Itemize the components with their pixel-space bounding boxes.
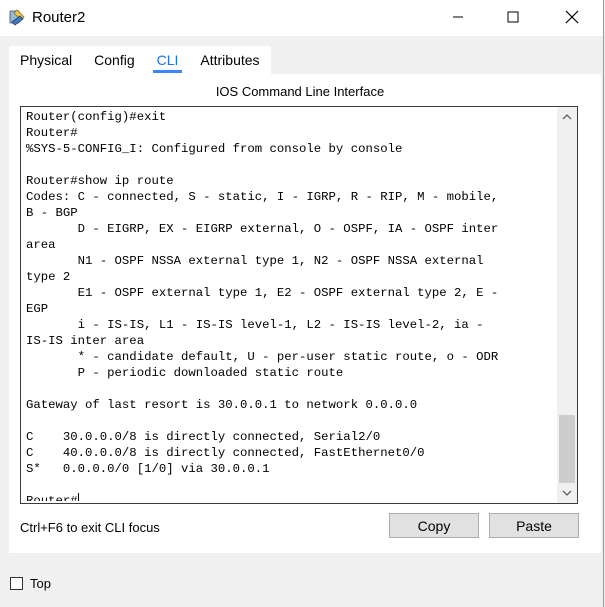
- scroll-down-button[interactable]: [557, 483, 577, 503]
- scroll-thumb[interactable]: [559, 415, 575, 483]
- tab-attributes[interactable]: Attributes: [189, 46, 271, 74]
- top-checkbox-label: Top: [30, 576, 51, 591]
- router-window: Router2 Physical Config CLI Attributes I…: [0, 0, 604, 607]
- terminal-line: C 30.0.0.0/8 is directly connected, Seri…: [26, 430, 381, 444]
- chevron-down-icon: [562, 490, 572, 496]
- terminal-line: Router#: [26, 126, 78, 140]
- terminal-scrollbar[interactable]: [557, 107, 577, 503]
- maximize-icon: [507, 11, 519, 23]
- close-icon: [565, 10, 579, 24]
- terminal-line: IS-IS inter area: [26, 334, 145, 348]
- window-title: Router2: [32, 9, 86, 26]
- terminal-line: E1 - OSPF external type 1, E2 - OSPF ext…: [26, 286, 499, 300]
- terminal-line: D - EIGRP, EX - EIGRP external, O - OSPF…: [26, 222, 499, 236]
- cli-panel: IOS Command Line Interface Router(config…: [9, 74, 601, 553]
- terminal-output[interactable]: Router(config)#exit Router# %SYS-5-CONFI…: [26, 109, 554, 501]
- top-checkbox-row[interactable]: Top: [10, 576, 51, 591]
- tab-cli[interactable]: CLI: [145, 46, 190, 74]
- terminal-line: Router#show ip route: [26, 174, 174, 188]
- terminal-line: B - BGP: [26, 206, 78, 220]
- terminal-line: EGP: [26, 302, 49, 316]
- terminal-line: P - periodic downloaded static route: [26, 366, 344, 380]
- device-content: Physical Config CLI Attributes IOS Comma…: [9, 46, 601, 553]
- terminal-prompt: Router#: [26, 494, 78, 501]
- terminal-line: %SYS-5-CONFIG_I: Configured from console…: [26, 142, 403, 156]
- top-checkbox[interactable]: [10, 577, 23, 590]
- title-bar[interactable]: Router2: [0, 0, 603, 36]
- tab-physical[interactable]: Physical: [9, 46, 84, 74]
- terminal-line: type 2: [26, 270, 71, 284]
- packet-tracer-icon: [8, 8, 28, 28]
- scroll-up-button[interactable]: [557, 107, 577, 127]
- maximize-button[interactable]: [490, 0, 536, 34]
- chevron-up-icon: [562, 114, 572, 120]
- panel-heading: IOS Command Line Interface: [215, 84, 385, 99]
- terminal-line: * - candidate default, U - per-user stat…: [26, 350, 499, 364]
- minimize-button[interactable]: [435, 0, 481, 34]
- terminal-line: N1 - OSPF NSSA external type 1, N2 - OSP…: [26, 254, 484, 268]
- terminal-line: area: [26, 238, 56, 252]
- terminal-line: Gateway of last resort is 30.0.0.1 to ne…: [26, 398, 418, 412]
- paste-button[interactable]: Paste: [489, 513, 579, 538]
- terminal-line: S* 0.0.0.0/0 [1/0] via 30.0.0.1: [26, 462, 270, 476]
- tab-config[interactable]: Config: [83, 46, 146, 74]
- minimize-icon: [453, 16, 463, 18]
- terminal-line: i - IS-IS, L1 - IS-IS level-1, L2 - IS-I…: [26, 318, 484, 332]
- cli-terminal[interactable]: Router(config)#exit Router# %SYS-5-CONFI…: [20, 106, 578, 504]
- copy-button[interactable]: Copy: [389, 513, 479, 538]
- tab-bar: Physical Config CLI Attributes: [9, 46, 271, 74]
- terminal-line: C 40.0.0.0/8 is directly connected, Fast…: [26, 446, 425, 460]
- terminal-line: Codes: C - connected, S - static, I - IG…: [26, 190, 499, 204]
- close-button[interactable]: [549, 0, 595, 34]
- cli-focus-hint: Ctrl+F6 to exit CLI focus: [20, 520, 160, 535]
- text-cursor: [77, 493, 79, 501]
- terminal-line: Router(config)#exit: [26, 110, 167, 124]
